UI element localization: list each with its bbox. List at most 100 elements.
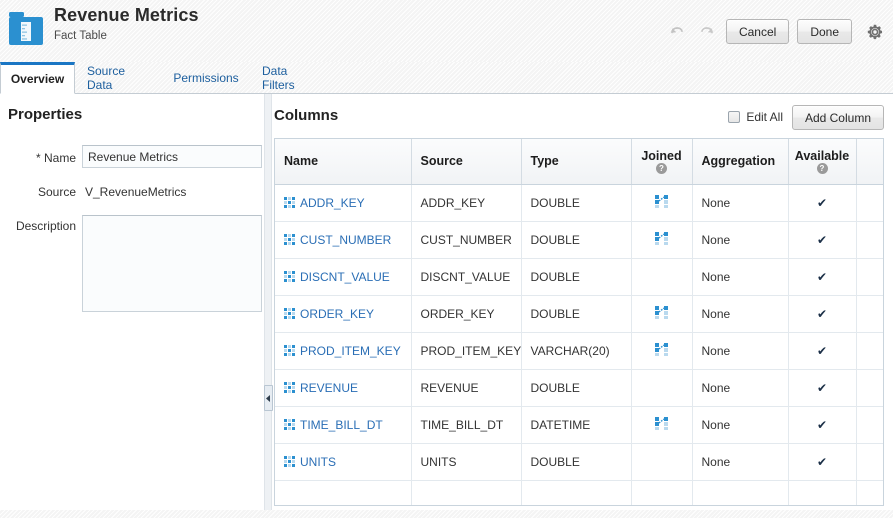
cell-aggregation[interactable]: None (692, 221, 789, 259)
tab-data-filters[interactable]: Data Filters (251, 62, 333, 94)
cell-joined[interactable] (631, 406, 693, 444)
columns-title: Columns (274, 107, 339, 124)
cell-joined[interactable] (631, 295, 693, 333)
cancel-button[interactable]: Cancel (725, 19, 790, 44)
cell-name[interactable]: DISCNT_VALUE (275, 258, 412, 296)
column-name-link[interactable]: CUST_NUMBER (300, 233, 391, 247)
cell-actions[interactable] (856, 221, 883, 259)
cell-name[interactable]: REVENUE (275, 369, 412, 407)
cell-available[interactable]: ✔ (788, 443, 857, 481)
cell-joined[interactable] (631, 443, 693, 481)
cell-name[interactable]: UNITS (275, 443, 412, 481)
cell-actions[interactable] (856, 295, 883, 333)
cell-type: DOUBLE (521, 443, 632, 481)
redo-icon[interactable] (696, 21, 718, 43)
cell-available[interactable]: ✔ (788, 332, 857, 370)
cell-aggregation[interactable]: None (692, 295, 789, 333)
cell-available[interactable]: ✔ (788, 295, 857, 333)
add-column-button[interactable]: Add Column (791, 105, 884, 130)
th-joined[interactable]: Joined ? (631, 139, 693, 185)
th-available[interactable]: Available ? (788, 139, 857, 185)
done-button[interactable]: Done (797, 19, 852, 44)
table-row[interactable]: UNITS UNITS DOUBLE None ✔ (275, 443, 883, 481)
column-name-link[interactable]: TIME_BILL_DT (300, 418, 383, 432)
table-row[interactable]: DISCNT_VALUE DISCNT_VALUE DOUBLE None ✔ (275, 258, 883, 296)
cell-aggregation[interactable]: None (692, 332, 789, 370)
gear-icon[interactable] (863, 20, 887, 44)
column-grid-icon (284, 234, 295, 245)
joined-icon (654, 194, 668, 209)
cell-source: TIME_BILL_DT (411, 406, 522, 444)
cell-name[interactable]: ORDER_KEY (275, 295, 412, 333)
collapse-left-icon[interactable] (264, 385, 273, 411)
joined-icon (654, 305, 668, 320)
description-textarea[interactable] (82, 215, 262, 312)
tab-source-data[interactable]: Source Data (76, 62, 160, 94)
panel-splitter[interactable] (264, 94, 272, 518)
column-name-link[interactable]: ADDR_KEY (300, 196, 365, 210)
th-actions (856, 139, 883, 185)
cell-aggregation[interactable]: None (692, 258, 789, 296)
column-name-link[interactable]: PROD_ITEM_KEY (300, 344, 401, 358)
edit-all-checkbox[interactable] (728, 111, 741, 123)
cell-actions[interactable] (856, 443, 883, 481)
column-grid-icon (284, 308, 295, 319)
column-name-link[interactable]: ORDER_KEY (300, 307, 374, 321)
cell-empty (631, 480, 693, 505)
cell-aggregation[interactable]: None (692, 443, 789, 481)
cell-joined[interactable] (631, 184, 693, 222)
cell-actions[interactable] (856, 184, 883, 222)
cell-actions[interactable] (856, 369, 883, 407)
column-name-link[interactable]: UNITS (300, 455, 336, 469)
cell-aggregation[interactable]: None (692, 406, 789, 444)
cell-joined[interactable] (631, 258, 693, 296)
cell-name[interactable]: ADDR_KEY (275, 184, 412, 222)
cell-actions[interactable] (856, 406, 883, 444)
th-aggregation[interactable]: Aggregation (692, 139, 789, 185)
cell-joined[interactable] (631, 221, 693, 259)
table-filler-row (275, 480, 883, 505)
cell-name[interactable]: TIME_BILL_DT (275, 406, 412, 444)
tab-permissions[interactable]: Permissions (163, 62, 249, 94)
undo-icon[interactable] (666, 21, 688, 43)
cell-actions[interactable] (856, 332, 883, 370)
cell-empty (856, 480, 883, 505)
cell-joined[interactable] (631, 332, 693, 370)
cell-aggregation[interactable]: None (692, 184, 789, 222)
column-name-link[interactable]: REVENUE (300, 381, 358, 395)
cell-available[interactable]: ✔ (788, 369, 857, 407)
joined-icon (654, 231, 668, 246)
cell-aggregation[interactable]: None (692, 369, 789, 407)
cell-joined[interactable] (631, 369, 693, 407)
table-row[interactable]: ADDR_KEY ADDR_KEY DOUBLE None ✔ (275, 184, 883, 222)
name-input[interactable] (82, 145, 262, 168)
cell-actions[interactable] (856, 258, 883, 296)
th-type[interactable]: Type (521, 139, 632, 185)
cell-available[interactable]: ✔ (788, 221, 857, 259)
check-icon: ✔ (816, 380, 828, 395)
cell-available[interactable]: ✔ (788, 258, 857, 296)
tab-overview[interactable]: Overview (0, 62, 75, 94)
edit-all-control[interactable]: Edit All (728, 110, 783, 124)
th-name[interactable]: Name (275, 139, 412, 185)
help-icon[interactable]: ? (656, 162, 667, 174)
table-row[interactable]: TIME_BILL_DT TIME_BILL_DT DATETIME None ✔ (275, 406, 883, 444)
cell-name[interactable]: CUST_NUMBER (275, 221, 412, 259)
cell-type: DOUBLE (521, 258, 632, 296)
cell-available[interactable]: ✔ (788, 406, 857, 444)
required-marker: * (35, 151, 41, 165)
column-name-link[interactable]: DISCNT_VALUE (300, 270, 390, 284)
th-source[interactable]: Source (411, 139, 522, 185)
table-row[interactable]: REVENUE REVENUE DOUBLE None ✔ (275, 369, 883, 407)
cell-empty (788, 480, 857, 505)
help-icon[interactable]: ? (816, 162, 828, 174)
column-grid-icon (284, 456, 295, 467)
th-joined-label: Joined (641, 148, 682, 163)
table-row[interactable]: CUST_NUMBER CUST_NUMBER DOUBLE None ✔ (275, 221, 883, 259)
table-row[interactable]: PROD_ITEM_KEY PROD_ITEM_KEY VARCHAR(20) Non… (275, 332, 883, 370)
table-row[interactable]: ORDER_KEY ORDER_KEY DOUBLE None ✔ (275, 295, 883, 333)
cell-name[interactable]: PROD_ITEM_KEY (275, 332, 412, 370)
app-header: Revenue Metrics Fact Table Cancel Done (0, 0, 893, 62)
cell-available[interactable]: ✔ (788, 184, 857, 222)
column-grid-icon (284, 345, 295, 356)
